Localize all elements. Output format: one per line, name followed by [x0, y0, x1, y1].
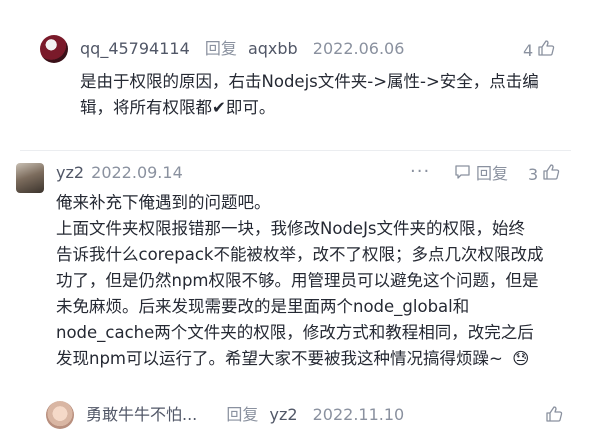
comment-line: 俺来补充下俺遇到的问题吧。: [56, 193, 271, 212]
reply-label: 回复: [476, 164, 509, 183]
avatar[interactable]: [46, 401, 74, 429]
comment-meta: yz2 2022.09.14: [56, 163, 183, 183]
comment-date: 2022.09.14: [91, 163, 183, 182]
more-dots-icon[interactable]: ···: [410, 163, 430, 181]
comment-line: 未免麻烦。后来发现需要改的是里面两个node_global和: [56, 297, 470, 316]
comment-line: 功了，但是仍然npm权限不够。用管理员可以避免这个问题，但是: [56, 271, 539, 290]
comment-username[interactable]: yz2: [56, 163, 84, 182]
comment-username[interactable]: 勇敢牛牛不怕...: [86, 405, 197, 424]
comment-text: 是由于权限的原因，右击Nodejs文件夹->属性->安全，点击编 辑，将所有权限…: [80, 69, 539, 121]
comment-line: 告诉我什么corepack不能被枚举，改不了权限；多点几次权限改成: [56, 245, 544, 264]
reply-to-user[interactable]: aqxbb: [248, 39, 298, 58]
comment-text: 俺来补充下俺遇到的问题吧。 上面文件夹权限报错那一块，我修改NodeJs文件夹的…: [56, 190, 543, 372]
divider: [20, 150, 571, 151]
comment-username[interactable]: qq_45794114: [80, 39, 190, 58]
comment-line: 发现npm可以运行了。希望大家不要被我这种情况搞得烦躁~ 😓: [56, 346, 543, 372]
comment-icon: [454, 163, 471, 185]
reply-button[interactable]: 回复: [454, 163, 508, 185]
comment-line: 是由于权限的原因，右击Nodejs文件夹->属性->安全，点击编: [80, 72, 539, 91]
like-button[interactable]: 3: [528, 163, 560, 186]
comment-line: node_cache两个文件夹的权限，修改方式和教程相同，改完之后: [56, 323, 534, 342]
comment-meta: qq_45794114 回复 aqxbb 2022.06.06: [80, 39, 404, 59]
like-button[interactable]: 4: [523, 39, 555, 62]
avatar[interactable]: [16, 163, 44, 193]
reply-word: 回复: [204, 39, 237, 58]
thumbs-up-icon: [542, 163, 560, 186]
comment-line: 上面文件夹权限报错那一块，我修改NodeJs文件夹的权限，始终: [56, 219, 526, 238]
comment-line: 辑，将所有权限都✔即可。: [80, 98, 276, 117]
comment-date: 2022.11.10: [312, 405, 405, 424]
reply-word: 回复: [226, 405, 259, 424]
like-count: 3: [528, 164, 539, 184]
thumbs-up-icon: [537, 39, 555, 62]
avatar[interactable]: [40, 35, 68, 63]
comment-line-text: 发现npm可以运行了。希望大家不要被我这种情况搞得烦躁~: [56, 349, 503, 368]
comment-date: 2022.06.06: [312, 39, 405, 58]
comment-meta: 勇敢牛牛不怕... 回复 yz2 2022.11.10: [86, 405, 404, 425]
thumbs-up-icon: [545, 405, 563, 428]
like-button[interactable]: [545, 405, 563, 428]
reply-to-user[interactable]: yz2: [269, 405, 297, 424]
sweat-emoji: 😓: [512, 349, 530, 368]
like-count: 4: [523, 40, 534, 60]
